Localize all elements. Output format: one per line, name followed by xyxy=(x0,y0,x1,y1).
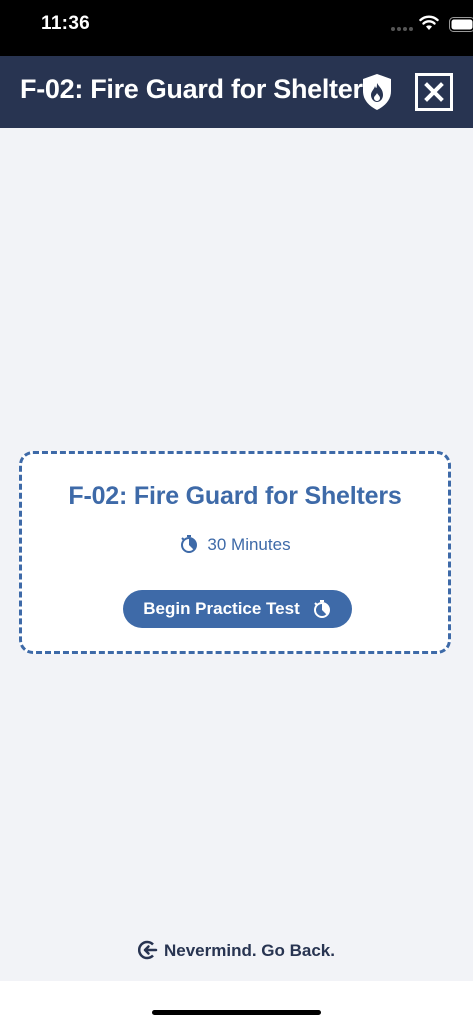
status-bar: 11:36 xyxy=(0,0,473,56)
go-back-link[interactable]: Nevermind. Go Back. xyxy=(0,940,473,961)
close-icon xyxy=(424,82,444,102)
bottom-safe-area xyxy=(0,981,473,1024)
signal-icon xyxy=(391,27,413,31)
shield-fire-icon xyxy=(363,74,391,110)
home-indicator[interactable] xyxy=(152,1010,321,1015)
wifi-icon xyxy=(419,15,439,30)
card-title: F-02: Fire Guard for Shelters xyxy=(68,482,402,510)
stopwatch-icon xyxy=(181,535,198,553)
close-button[interactable] xyxy=(415,73,453,111)
app-header: F-02: Fire Guard for Shelters xyxy=(0,56,473,128)
begin-practice-test-button[interactable]: Begin Practice Test xyxy=(123,590,352,628)
begin-button-label: Begin Practice Test xyxy=(143,599,300,618)
duration-row: 30 Minutes xyxy=(22,534,448,555)
stopwatch-icon xyxy=(313,600,330,618)
page-title: F-02: Fire Guard for Shelters xyxy=(20,74,378,104)
go-back-label: Nevermind. Go Back. xyxy=(163,941,335,960)
exit-arrow-icon xyxy=(138,940,158,960)
battery-icon xyxy=(449,17,473,32)
status-time: 11:36 xyxy=(41,13,91,34)
practice-test-card: F-02: Fire Guard for Shelters 30 Minutes… xyxy=(19,451,451,654)
duration-text: 30 Minutes xyxy=(207,535,291,554)
